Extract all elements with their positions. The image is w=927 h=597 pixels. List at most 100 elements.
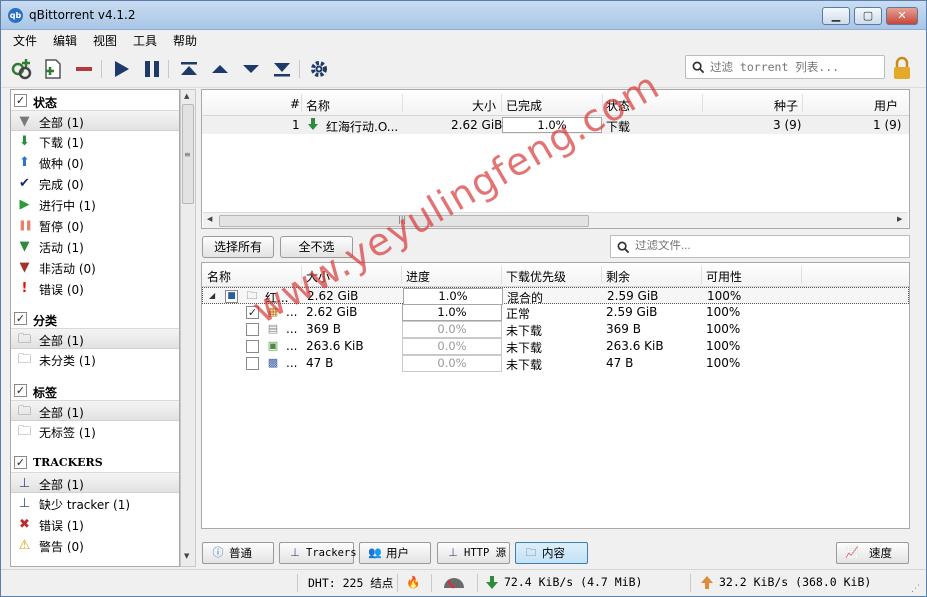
sidebar-section-tags[interactable]: ✓ 标签: [11, 381, 179, 401]
file-row[interactable]: ▤... 369 B 0.0% 未下载 369 B 100%: [202, 321, 909, 338]
col-file-size-header[interactable]: 大小: [306, 268, 330, 285]
file-checkbox[interactable]: [246, 323, 259, 336]
sidebar-item-trackers-2[interactable]: ✖ 错误 (1): [11, 514, 179, 535]
file-filter-input[interactable]: [635, 240, 805, 252]
menu-edit[interactable]: 编辑: [53, 32, 77, 49]
col-file-availability-header[interactable]: 可用性: [706, 268, 742, 285]
up-arrow-icon: ⬆: [19, 155, 30, 170]
sidebar-item-status-8[interactable]: ! 错误 (0): [11, 278, 179, 299]
remove-button[interactable]: [72, 57, 96, 81]
tab-general[interactable]: ⓘ 普通: [202, 542, 274, 564]
menu-tools[interactable]: 工具: [133, 32, 157, 49]
sidebar-item-category-1[interactable]: 🗀 未分类 (1): [11, 349, 179, 370]
col-done-header[interactable]: 已完成: [506, 97, 542, 114]
file-checkbox[interactable]: ■: [225, 290, 238, 303]
sidebar-item-status-5[interactable]: ❚❚ 暂停 (0): [11, 215, 179, 236]
tab-trackers[interactable]: ⊥ Trackers: [279, 542, 357, 564]
col-peers-header[interactable]: 用户: [874, 97, 898, 114]
sidebar-section-category[interactable]: ✓ 分类: [11, 309, 179, 329]
torrent-list-hscrollbar[interactable]: ◀ ||| ▶: [203, 212, 908, 228]
sidebar-item-status-3[interactable]: ✔ 完成 (0): [11, 173, 179, 194]
resize-grip[interactable]: ⋰: [911, 584, 920, 594]
sidebar-item-tags-0[interactable]: 🗀 全部 (1): [11, 400, 179, 421]
sidebar-item-status-7[interactable]: ▼ 非活动 (0): [11, 257, 179, 278]
section-checkbox[interactable]: ✓: [14, 94, 27, 107]
sidebar-item-status-4[interactable]: ▶ 进行中 (1): [11, 194, 179, 215]
move-bottom-button[interactable]: [270, 57, 294, 81]
file-priority[interactable]: 未下载: [506, 356, 542, 373]
connection-status-icon[interactable]: 🔥: [406, 575, 420, 589]
resume-button[interactable]: [109, 57, 133, 81]
move-top-button[interactable]: [177, 57, 201, 81]
speed-button[interactable]: 📈 速度: [836, 542, 909, 564]
sidebar-item-label: 进行中 (1): [39, 199, 96, 213]
move-down-button[interactable]: [239, 57, 263, 81]
sidebar-item-trackers-3[interactable]: ⚠ 警告 (0): [11, 535, 179, 556]
tab-peers[interactable]: 👥 用户: [359, 542, 431, 564]
sidebar-section-trackers[interactable]: ✓ TRACKERS: [11, 453, 179, 473]
options-button[interactable]: [307, 57, 331, 81]
lock-icon[interactable]: [891, 55, 913, 81]
torrent-row[interactable]: 1 红海行动.O... 2.62 GiB 1.0% 下载 3 (9) 1 (9): [202, 116, 909, 134]
file-row[interactable]: ✓ ▦... 2.62 GiB 1.0% 正常 2.59 GiB 100%: [202, 304, 909, 321]
sidebar-item-tags-1[interactable]: 🗀 无标签 (1): [11, 421, 179, 442]
pause-button[interactable]: [140, 57, 164, 81]
file-checkbox[interactable]: ✓: [246, 306, 259, 319]
col-num-header[interactable]: #: [290, 97, 300, 111]
minimize-button[interactable]: ▁: [822, 7, 850, 25]
select-all-button[interactable]: 选择所有: [202, 236, 274, 258]
add-torrent-file-button[interactable]: [41, 57, 65, 81]
file-row[interactable]: ▩... 47 B 0.0% 未下载 47 B 100%: [202, 355, 909, 372]
sidebar-item-status-1[interactable]: ⬇ 下载 (1): [11, 131, 179, 152]
file-checkbox[interactable]: [246, 340, 259, 353]
file-priority[interactable]: 未下载: [506, 339, 542, 356]
move-up-button[interactable]: [208, 57, 232, 81]
tab-content[interactable]: 🗀 内容: [515, 542, 588, 564]
downloading-icon: [308, 118, 318, 130]
torrent-filter-input-box[interactable]: [685, 55, 885, 79]
file-priority[interactable]: 未下载: [506, 322, 542, 339]
col-size-header[interactable]: 大小: [472, 97, 496, 114]
col-name-header[interactable]: 名称: [306, 97, 330, 114]
torrent-list: # 名称 大小 已完成 状态 种子 用户 1 红海行动.O... 2.62 Gi…: [201, 89, 910, 229]
file-filter-input-box[interactable]: [610, 235, 910, 258]
move-up-icon: [212, 65, 228, 73]
close-button[interactable]: ✕: [886, 7, 918, 25]
col-file-priority-header[interactable]: 下载优先级: [506, 268, 566, 285]
sidebar-item-status-6[interactable]: ▼ 活动 (1): [11, 236, 179, 257]
menu-file[interactable]: 文件: [13, 32, 37, 49]
file-checkbox[interactable]: [246, 357, 259, 370]
add-torrent-link-button[interactable]: [10, 57, 34, 81]
sidebar-item-label: 全部 (1): [39, 406, 84, 420]
file-row[interactable]: ▣... 263.6 KiB 0.0% 未下载 263.6 KiB 100%: [202, 338, 909, 355]
col-file-remaining-header[interactable]: 剩余: [606, 268, 630, 285]
sidebar-item-category-0[interactable]: 🗀 全部 (1): [11, 328, 179, 349]
col-seeds-header[interactable]: 种子: [774, 97, 798, 114]
sidebar-item-status-0[interactable]: ▼ 全部 (1): [11, 110, 179, 131]
maximize-button[interactable]: ▢: [854, 7, 882, 25]
menu-help[interactable]: 帮助: [173, 32, 197, 49]
sidebar-item-trackers-0[interactable]: ⊥ 全部 (1): [11, 472, 179, 493]
section-checkbox[interactable]: ✓: [14, 456, 27, 469]
col-file-progress-header[interactable]: 进度: [406, 268, 430, 285]
speed-limit-icon[interactable]: [442, 575, 466, 592]
expand-arrow-icon[interactable]: ◢: [209, 291, 215, 300]
col-file-name-header[interactable]: 名称: [207, 268, 231, 285]
sidebar-item-label: 全部 (1): [39, 478, 84, 492]
exclamation-icon: !: [21, 281, 28, 296]
sidebar-item-trackers-1[interactable]: ⊥ 缺少 tracker (1): [11, 493, 179, 514]
sidebar-item-status-2[interactable]: ⬆ 做种 (0): [11, 152, 179, 173]
torrent-filter-input[interactable]: [710, 60, 880, 74]
section-checkbox[interactable]: ✓: [14, 312, 27, 325]
down-arrow-icon: ⬇: [19, 134, 30, 149]
section-checkbox[interactable]: ✓: [14, 384, 27, 397]
menu-view[interactable]: 视图: [93, 32, 117, 49]
tab-http-sources[interactable]: ⊥ HTTP 源: [437, 542, 510, 564]
file-list-header: 名称 大小 进度 下载优先级 剩余 可用性: [202, 263, 909, 287]
file-priority[interactable]: 正常: [506, 305, 530, 322]
file-row[interactable]: ◢ ■ 🗀 红... 2.62 GiB 1.0% 混合的 2.59 GiB 100%: [202, 287, 909, 305]
col-status-header[interactable]: 状态: [606, 97, 630, 114]
sidebar-section-status[interactable]: ✓ 状态: [11, 91, 179, 111]
sidebar-scrollbar[interactable]: ▲ ≡ ▼: [180, 89, 196, 567]
select-none-button[interactable]: 全不选: [280, 236, 353, 258]
